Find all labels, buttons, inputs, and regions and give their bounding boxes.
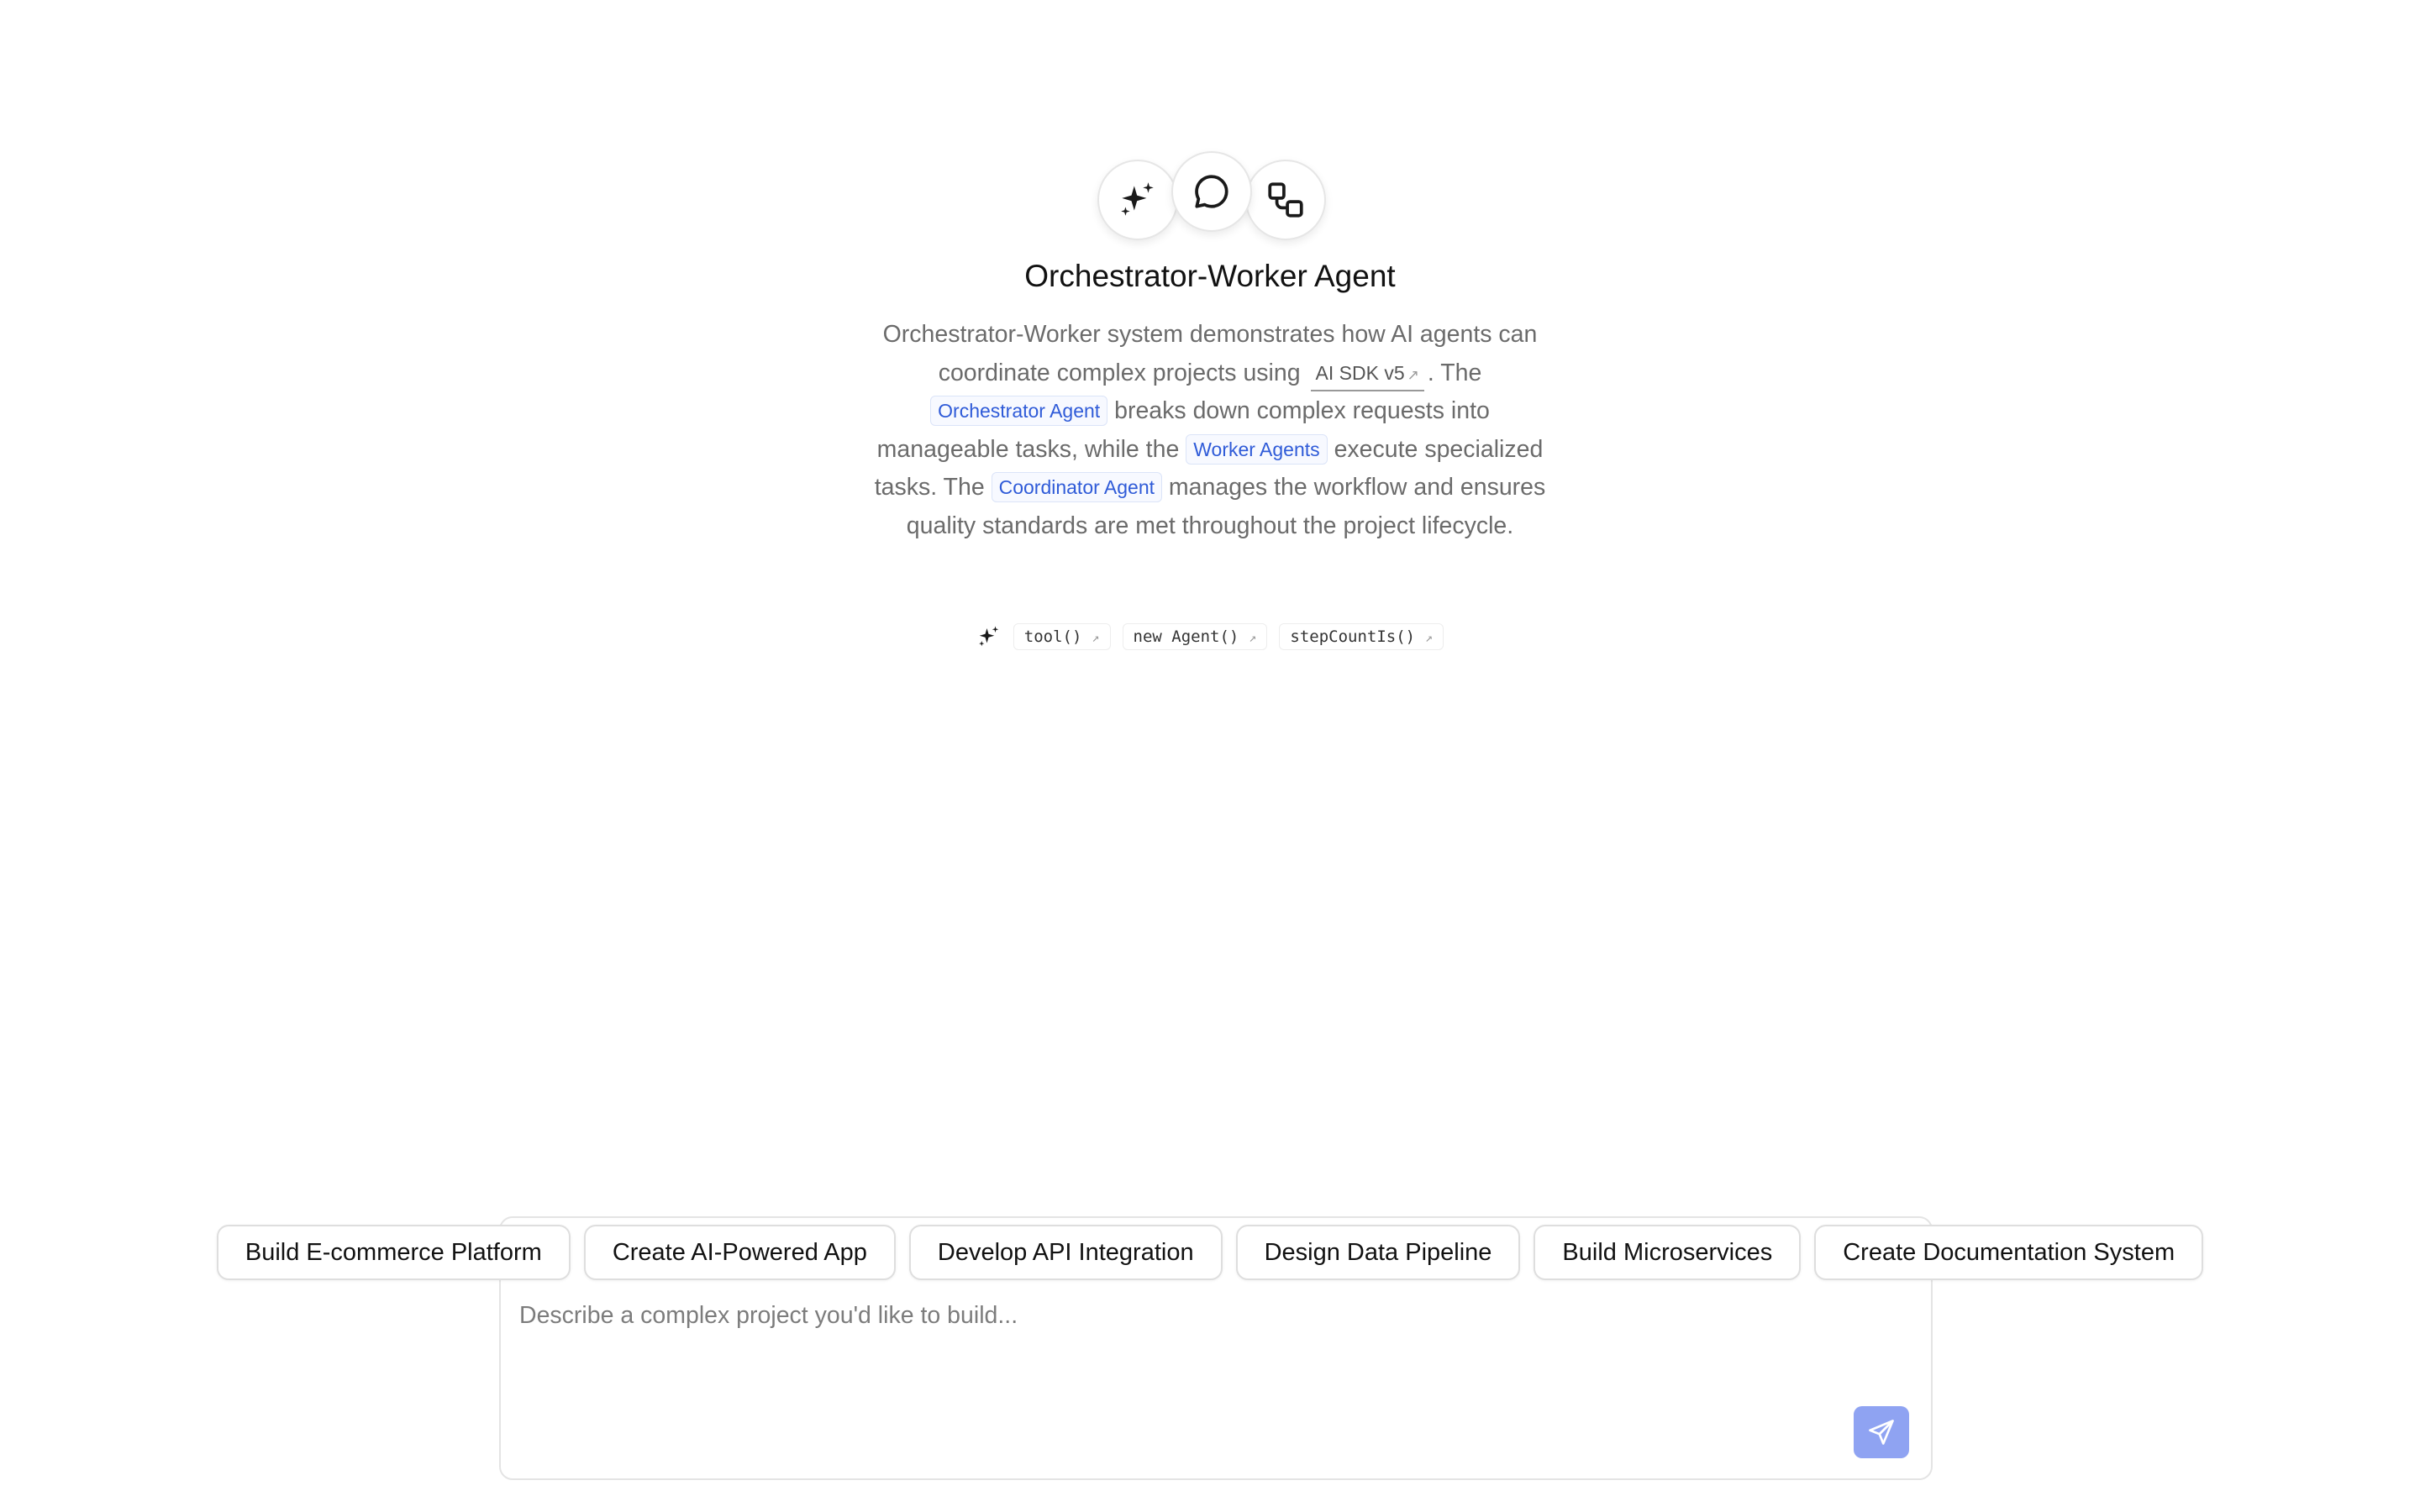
ai-sdk-link[interactable]: AI SDK v5 ↗ (1310, 359, 1424, 391)
hero-icons (0, 151, 2420, 244)
code-links-row: tool() ↗ new Agent() ↗ stepCountIs() ↗ (0, 623, 2420, 650)
suggestion-build-ecommerce[interactable]: Build E-commerce Platform (216, 1225, 571, 1280)
sparkles-icon (976, 624, 1002, 649)
worker-agents-badge: Worker Agents (1186, 433, 1328, 465)
suggestion-build-microservices[interactable]: Build Microservices (1534, 1225, 1802, 1280)
external-link-icon: ↗ (1407, 366, 1419, 383)
suggestion-design-pipeline[interactable]: Design Data Pipeline (1235, 1225, 1521, 1280)
chat-bubble-icon (1171, 151, 1252, 232)
send-icon (1869, 1420, 1894, 1445)
prompt-input[interactable] (519, 1302, 1830, 1428)
sparkles-icon (1097, 160, 1178, 240)
suggestion-chips: Build E-commerce Platform Create AI-Powe… (0, 1225, 2420, 1280)
description: Orchestrator-Worker system demonstrates … (874, 316, 1546, 545)
suggestion-develop-api[interactable]: Develop API Integration (908, 1225, 1223, 1280)
code-link-label: tool() (1023, 627, 1082, 646)
external-link-icon: ↗ (1418, 630, 1434, 645)
code-link-new-agent[interactable]: new Agent() ↗ (1122, 623, 1268, 650)
page-title: Orchestrator-Worker Agent (1024, 259, 1396, 293)
code-link-label: new Agent() (1133, 627, 1239, 646)
code-link-label: stepCountIs() (1290, 627, 1416, 646)
code-link-step-count-is[interactable]: stepCountIs() ↗ (1279, 623, 1444, 650)
external-link-icon: ↗ (1084, 630, 1100, 645)
send-button[interactable] (1854, 1406, 1909, 1458)
external-link-icon: ↗ (1241, 630, 1257, 645)
app-root: Orchestrator-Worker Agent Orchestrator-W… (0, 0, 2420, 1512)
suggestion-create-docs[interactable]: Create Documentation System (1814, 1225, 2204, 1280)
workflow-icon (1245, 160, 1326, 240)
coordinator-agent-badge: Coordinator Agent (991, 472, 1162, 502)
ai-sdk-link-label: AI SDK v5 (1315, 361, 1405, 384)
orchestrator-agent-badge: Orchestrator Agent (930, 396, 1108, 426)
description-text: . The (1427, 359, 1482, 386)
suggestion-create-ai-app[interactable]: Create AI-Powered App (583, 1225, 896, 1280)
code-link-tool[interactable]: tool() ↗ (1013, 623, 1111, 650)
